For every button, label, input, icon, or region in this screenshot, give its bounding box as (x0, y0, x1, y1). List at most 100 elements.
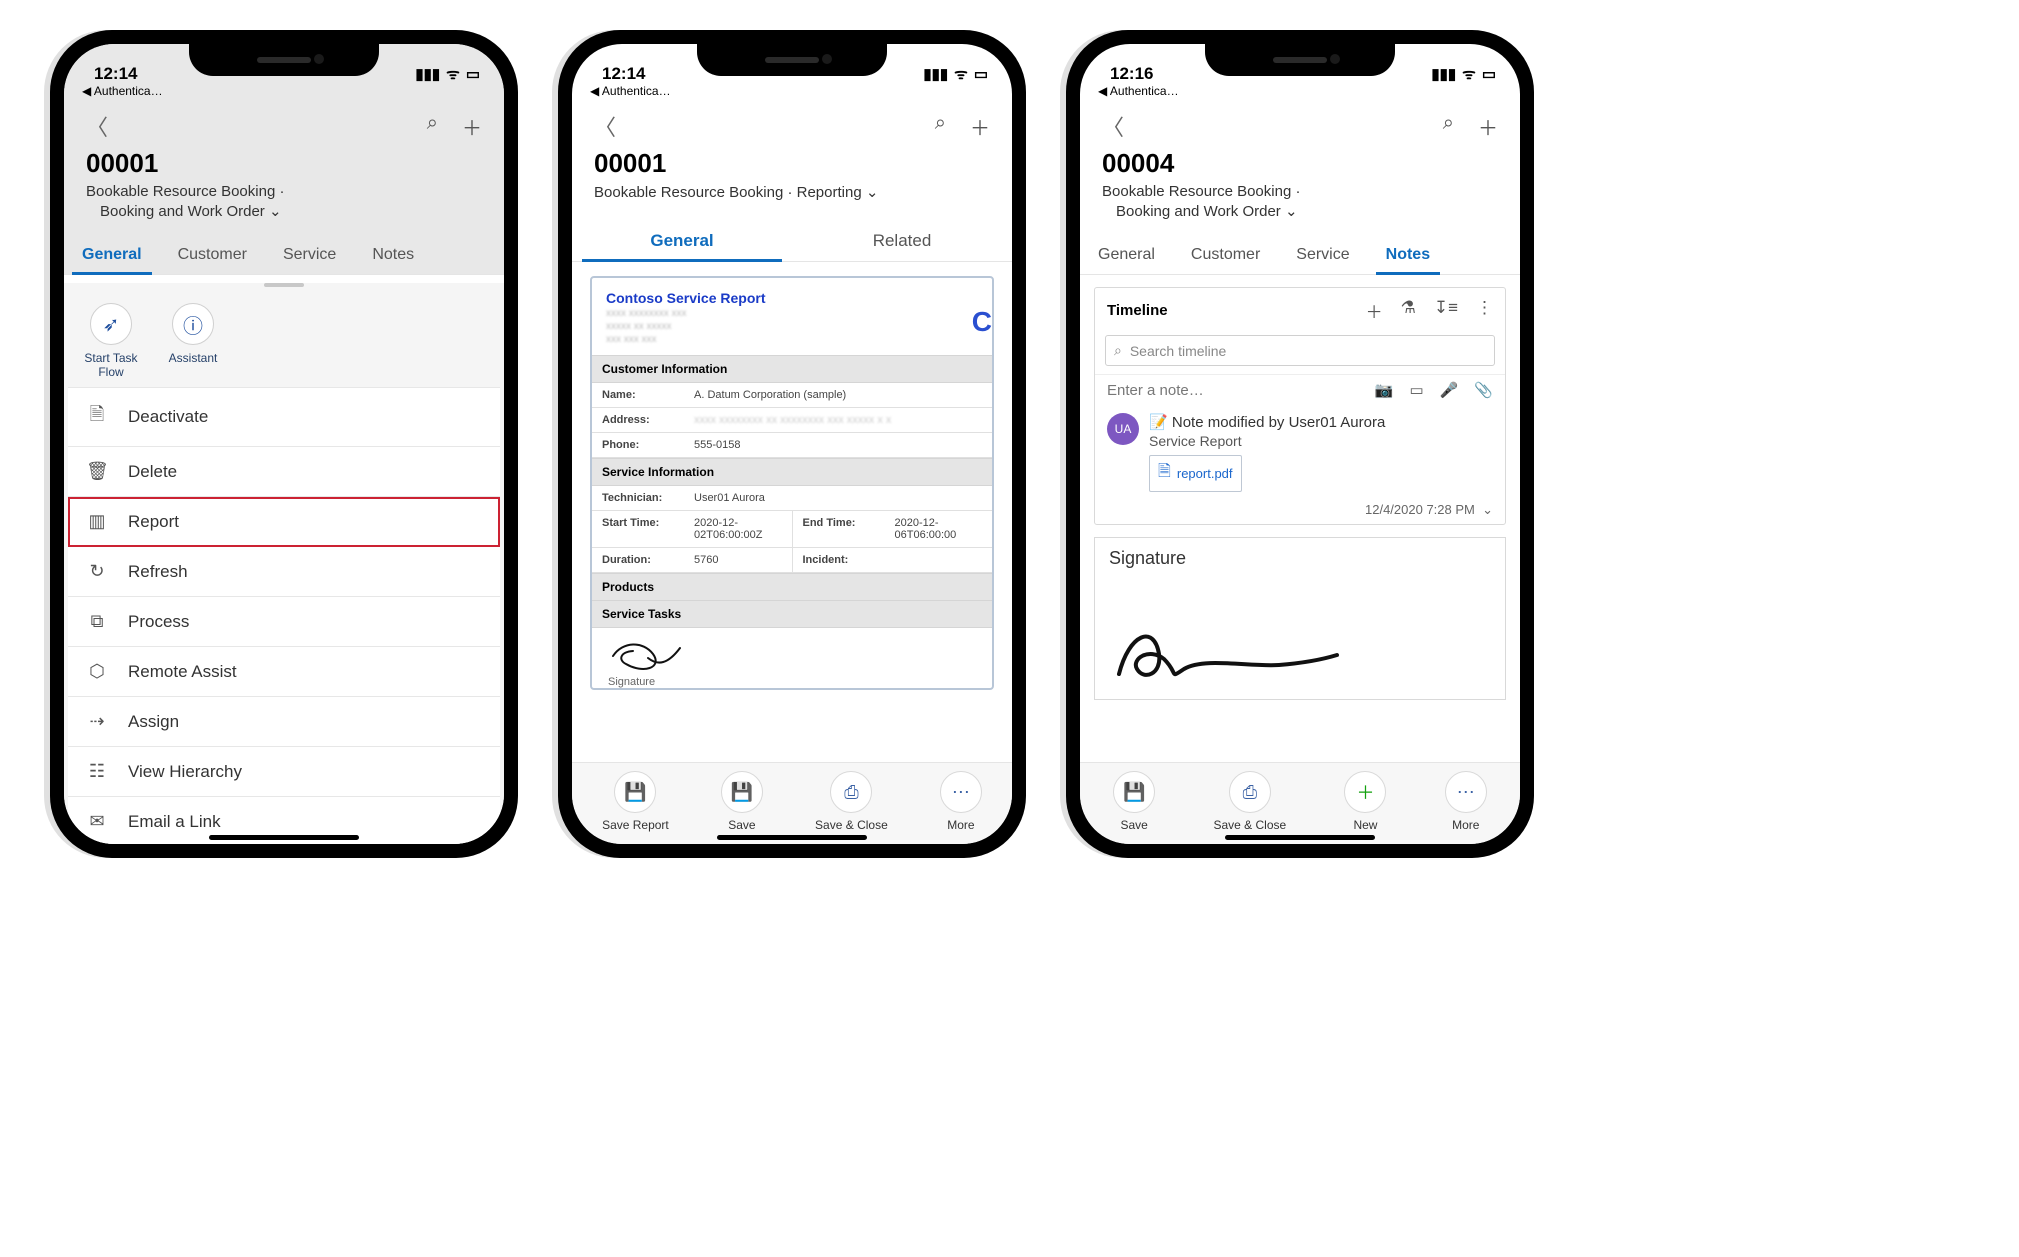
start-time: 2020-12-02T06:00:00Z (684, 511, 792, 547)
record-form[interactable]: Booking and Work Order ⌄ (1080, 202, 1520, 222)
timeline-search[interactable]: ⌕ Search timeline (1105, 335, 1495, 366)
video-icon[interactable]: ▭ (1409, 381, 1423, 399)
customer-phone: 555-0158 (684, 433, 992, 457)
report-preview: Contoso Service Report xxxx xxxxxxxx xxx… (590, 276, 994, 690)
status-time: 12:14 (94, 64, 137, 84)
phone-report: 12:14 ▮▮▮ᯤ▭ ◀ Authentica… 〈 ⌕＋ 00001 Boo… (558, 30, 1026, 858)
add-icon[interactable]: ＋ (462, 112, 482, 141)
menu-process[interactable]: ⧉Process (68, 597, 500, 647)
back-icon[interactable]: 〈 (86, 110, 108, 142)
deactivate-icon: 🗎 (86, 402, 108, 432)
hierarchy-icon: ☷ (86, 761, 108, 782)
status-icons: ▮▮▮ᯤ▭ (415, 64, 480, 84)
save-icon: 💾 (614, 771, 656, 813)
section-tasks: Service Tasks (592, 601, 992, 628)
save-icon: 💾 (721, 771, 763, 813)
note-date[interactable]: 12/4/2020 7:28 PM ⌄ (1095, 502, 1505, 524)
back-icon[interactable]: 〈 (1102, 110, 1124, 142)
refresh-icon: ↻ (86, 561, 108, 582)
drag-handle[interactable] (264, 283, 304, 287)
more-icon[interactable]: ⋮ (1476, 298, 1493, 323)
record-title: 00001 (572, 146, 1012, 183)
note-title: Note modified by User01 Aurora (1172, 414, 1385, 431)
section-products: Products (592, 573, 992, 601)
attach-icon[interactable]: 📎 (1474, 381, 1493, 399)
menu-remote-assist[interactable]: ⬡Remote Assist (68, 647, 500, 697)
search-icon[interactable]: ⌕ (427, 112, 438, 141)
save-close-button[interactable]: ⎙Save & Close (815, 771, 888, 832)
action-sheet: ➶ Start Task Flow ⓘ Assistant 🗎Deactivat… (64, 283, 504, 844)
incident (885, 548, 993, 572)
process-icon: ⧉ (86, 611, 108, 632)
menu-assign[interactable]: ⇢Assign (68, 697, 500, 747)
note-subject: Service Report (1149, 433, 1493, 449)
avatar: UA (1107, 413, 1139, 445)
menu-view-hierarchy[interactable]: ☷View Hierarchy (68, 747, 500, 797)
more-button[interactable]: ⋯More (940, 771, 982, 832)
back-to-app[interactable]: ◀ Authentica… (572, 84, 1012, 102)
save-button[interactable]: 💾Save (1113, 771, 1155, 832)
start-task-flow[interactable]: ➶ Start Task Flow (80, 303, 142, 379)
record-title: 00001 (64, 146, 504, 183)
record-form[interactable]: Booking and Work Order ⌄ (64, 202, 504, 222)
record-entity: Bookable Resource Booking · (1080, 183, 1520, 202)
tab-notes[interactable]: Notes (1368, 236, 1448, 274)
tab-general[interactable]: General (1080, 236, 1173, 274)
tab-customer[interactable]: Customer (160, 236, 265, 274)
command-bar: 💾Save Report 💾Save ⎙Save & Close ⋯More (572, 762, 1012, 844)
menu-report[interactable]: ▥Report (68, 497, 500, 547)
tab-general[interactable]: General (572, 221, 792, 261)
timeline-note[interactable]: UA 📝 Note modified by User01 Aurora Serv… (1095, 407, 1505, 502)
trash-icon: 🗑 (86, 461, 108, 482)
plus-icon: ＋ (1344, 771, 1386, 813)
duration: 5760 (684, 548, 792, 572)
back-icon[interactable]: 〈 (594, 110, 616, 142)
bulb-icon: ⓘ (172, 303, 214, 345)
search-icon[interactable]: ⌕ (935, 112, 946, 141)
signature-title: Signature (1109, 548, 1491, 569)
enter-note[interactable]: Enter a note… 📷 ▭ 🎤 📎 (1095, 374, 1505, 407)
menu-delete[interactable]: 🗑Delete (68, 447, 500, 497)
mic-icon[interactable]: 🎤 (1440, 381, 1459, 399)
tab-service[interactable]: Service (1278, 236, 1367, 274)
more-button[interactable]: ⋯More (1445, 771, 1487, 832)
camera-icon[interactable]: 📷 (1375, 381, 1394, 399)
end-time: 2020-12-06T06:00:00 (885, 511, 993, 547)
back-to-app[interactable]: ◀ Authentica… (64, 84, 504, 102)
search-icon[interactable]: ⌕ (1443, 112, 1454, 141)
new-button[interactable]: ＋New (1344, 771, 1386, 832)
record-entity[interactable]: Bookable Resource Booking · Reporting ⌄ (572, 183, 1012, 203)
signature-panel[interactable]: Signature (1094, 537, 1506, 700)
filter-icon[interactable]: ⚗ (1401, 298, 1416, 323)
add-icon[interactable]: ＋ (970, 112, 990, 141)
save-report-button[interactable]: 💾Save Report (602, 771, 669, 832)
note-attachment[interactable]: 🗎 report.pdf (1149, 455, 1242, 492)
tab-general[interactable]: General (64, 236, 160, 274)
add-note-icon[interactable]: ＋ (1366, 298, 1383, 323)
home-indicator[interactable] (717, 835, 867, 840)
add-icon[interactable]: ＋ (1478, 112, 1498, 141)
record-entity: Bookable Resource Booking · (64, 183, 504, 202)
menu-deactivate[interactable]: 🗎Deactivate (68, 388, 500, 447)
back-to-app[interactable]: ◀ Authentica… (1080, 84, 1520, 102)
home-indicator[interactable] (209, 835, 359, 840)
assistant[interactable]: ⓘ Assistant (162, 303, 224, 379)
save-close-icon: ⎙ (830, 771, 872, 813)
wifi-icon: ᯤ (446, 64, 460, 84)
save-close-button[interactable]: ⎙Save & Close (1213, 771, 1286, 832)
home-indicator[interactable] (1225, 835, 1375, 840)
record-title: 00004 (1080, 146, 1520, 183)
menu-refresh[interactable]: ↻Refresh (68, 547, 500, 597)
tab-notes[interactable]: Notes (354, 236, 432, 274)
signal-icon: ▮▮▮ (1431, 65, 1456, 83)
wifi-icon: ᯤ (954, 64, 968, 84)
section-service: Service Information (592, 458, 992, 486)
report-title: Contoso Service Report (592, 278, 972, 308)
save-button[interactable]: 💾Save (721, 771, 763, 832)
tab-customer[interactable]: Customer (1173, 236, 1278, 274)
sort-icon[interactable]: ↧≡ (1434, 298, 1458, 323)
task-flow-icon: ➶ (90, 303, 132, 345)
more-icon: ⋯ (1445, 771, 1487, 813)
tab-related[interactable]: Related (792, 221, 1012, 261)
tab-service[interactable]: Service (265, 236, 354, 274)
